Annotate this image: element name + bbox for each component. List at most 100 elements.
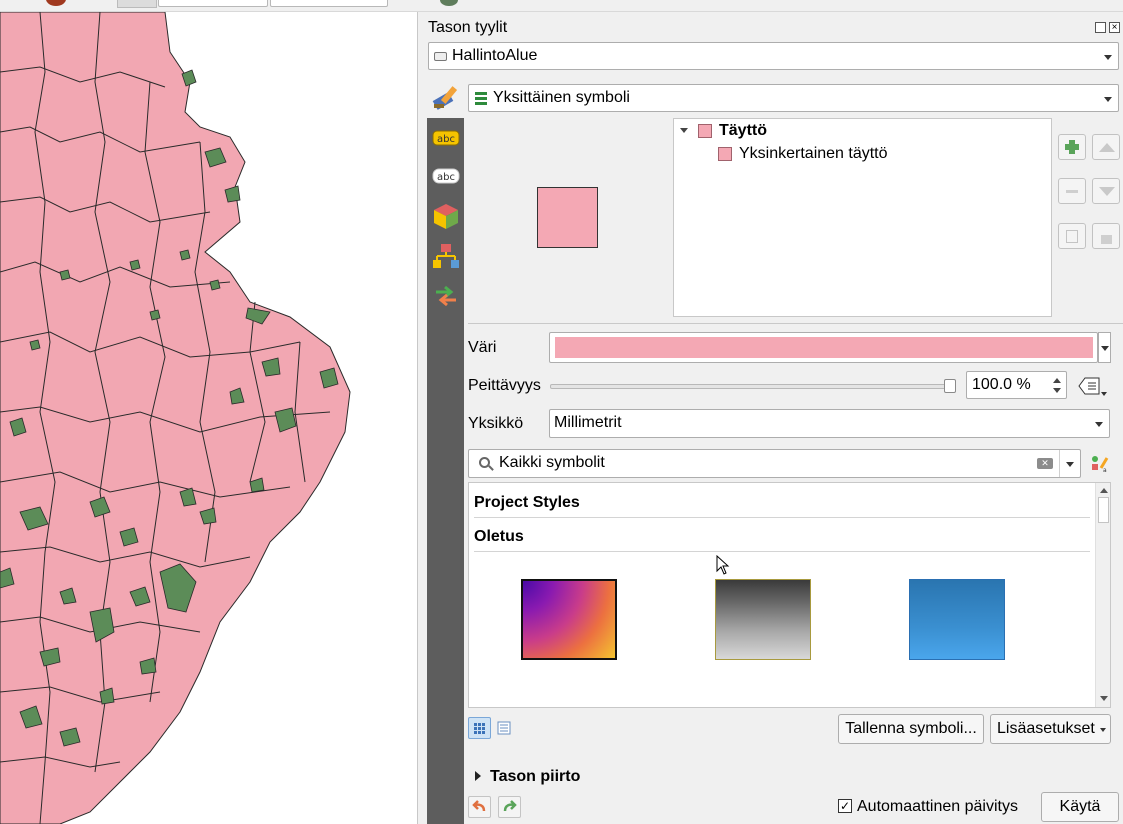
search-value: Kaikki symbolit bbox=[499, 454, 605, 471]
save-symbol-button[interactable]: Tallenna symboli... bbox=[838, 714, 984, 744]
panel-splitter[interactable] bbox=[418, 12, 427, 824]
redo-button[interactable] bbox=[498, 796, 521, 818]
chevron-down-icon bbox=[1095, 422, 1103, 427]
fill-swatch bbox=[698, 124, 712, 138]
top-toolbar bbox=[0, 0, 1123, 12]
scrollbar-thumb[interactable] bbox=[1098, 497, 1109, 523]
search-icon-handle bbox=[488, 465, 494, 471]
symbol-thumbnail-grey[interactable] bbox=[715, 579, 811, 660]
chevron-down-icon bbox=[1104, 55, 1112, 60]
close-panel-icon[interactable]: × bbox=[1109, 22, 1120, 33]
opacity-spinbox[interactable]: 100.0 % bbox=[966, 371, 1067, 399]
layer-styling-panel: Tason tyylit × HallintoAlue Yksittäinen … bbox=[427, 12, 1123, 824]
duplicate-icon bbox=[1066, 230, 1078, 243]
symbol-thumbnail-blue[interactable] bbox=[909, 579, 1005, 660]
history-icon[interactable] bbox=[431, 282, 461, 310]
toolbar-disabled-icon[interactable] bbox=[484, 0, 544, 6]
advanced-button[interactable]: Lisäasetukset bbox=[990, 714, 1111, 744]
mouse-cursor-icon bbox=[716, 554, 730, 575]
scroll-up-icon[interactable] bbox=[1100, 488, 1108, 493]
add-layer-button[interactable] bbox=[1058, 134, 1086, 160]
chevron-down-icon bbox=[1104, 97, 1112, 102]
clear-icon[interactable]: ✕ bbox=[1037, 458, 1053, 469]
remove-layer-button[interactable] bbox=[1058, 178, 1086, 204]
float-panel-icon[interactable] bbox=[1095, 22, 1106, 33]
land-area bbox=[0, 12, 351, 824]
undo-icon bbox=[472, 800, 486, 812]
diagrams-icon[interactable] bbox=[431, 242, 461, 270]
arrow-up-icon bbox=[1099, 143, 1115, 152]
renderer-combobox[interactable]: Yksittäinen symboli bbox=[468, 84, 1119, 112]
move-up-button[interactable] bbox=[1092, 134, 1120, 160]
spin-down-icon[interactable] bbox=[1053, 388, 1061, 393]
group-divider bbox=[474, 551, 1090, 552]
3d-view-icon[interactable] bbox=[431, 202, 461, 230]
lock-icon bbox=[1101, 235, 1112, 244]
tree-simple-fill-label: Yksinkertainen täyttö bbox=[739, 145, 888, 162]
map-canvas[interactable] bbox=[0, 12, 418, 824]
opacity-label: Peittävyys bbox=[468, 377, 541, 394]
lock-layer-button[interactable] bbox=[1092, 223, 1120, 249]
icon-view-button[interactable] bbox=[468, 717, 491, 739]
tree-row-simple-fill[interactable]: Yksinkertainen täyttö bbox=[674, 143, 1051, 165]
chevron-down-icon bbox=[1100, 728, 1106, 732]
renderer-name: Yksittäinen symboli bbox=[493, 89, 630, 106]
minus-icon bbox=[1066, 190, 1078, 193]
masks-icon[interactable]: abc bbox=[431, 162, 461, 190]
unit-combobox[interactable]: Millimetrit bbox=[549, 409, 1110, 438]
list-view-button[interactable] bbox=[495, 719, 513, 737]
tree-row-fill[interactable]: Täyttö bbox=[674, 120, 1051, 142]
unit-label: Yksikkö bbox=[468, 415, 524, 432]
toolbar-field-1[interactable] bbox=[158, 0, 268, 7]
color-button[interactable] bbox=[549, 332, 1098, 363]
style-manager-icon[interactable]: a bbox=[1089, 452, 1111, 474]
symbol-search-combobox[interactable]: Kaikki symbolit ✕ bbox=[468, 449, 1081, 478]
arrow-down-icon bbox=[1099, 187, 1115, 196]
expand-arrow-icon[interactable] bbox=[475, 771, 481, 781]
svg-text:a: a bbox=[1103, 467, 1107, 474]
chevron-down-icon bbox=[1066, 462, 1074, 467]
symbol-layer-tree[interactable]: Täyttö Yksinkertainen täyttö bbox=[673, 118, 1052, 317]
record-icon[interactable] bbox=[46, 0, 66, 6]
group-default: Oletus bbox=[474, 528, 524, 545]
auto-update-label: Automaattinen päivitys bbox=[857, 798, 1018, 815]
color-label: Väri bbox=[468, 339, 497, 356]
duplicate-layer-button[interactable] bbox=[1058, 223, 1086, 249]
symbol-preview bbox=[537, 187, 598, 248]
apply-button[interactable]: Käytä bbox=[1041, 792, 1119, 822]
labels-icon[interactable]: abc bbox=[431, 124, 461, 152]
layer-rendering-header[interactable]: Tason piirto bbox=[490, 766, 580, 788]
paintbrush-icon bbox=[432, 84, 464, 112]
collapse-arrow-icon[interactable] bbox=[680, 128, 688, 133]
slider-handle[interactable] bbox=[944, 379, 956, 393]
opacity-slider[interactable] bbox=[550, 379, 962, 393]
single-symbol-icon bbox=[475, 92, 487, 105]
tree-fill-label: Täyttö bbox=[719, 122, 767, 139]
undo-button[interactable] bbox=[468, 796, 491, 818]
style-sidebar: abc abc bbox=[427, 118, 464, 824]
toolbar-dropdown-button[interactable] bbox=[117, 0, 157, 8]
symbol-library-list[interactable]: Project Styles Oletus bbox=[468, 482, 1111, 708]
divider bbox=[468, 323, 1123, 324]
combo-divider bbox=[1059, 450, 1060, 477]
layer-combobox[interactable]: HallintoAlue bbox=[428, 42, 1119, 70]
plus-icon bbox=[1065, 140, 1079, 154]
map-regions bbox=[0, 12, 351, 824]
data-defined-override-icon[interactable] bbox=[1077, 374, 1107, 398]
symbol-thumbnail-magma[interactable] bbox=[521, 579, 617, 660]
auto-update-checkbox[interactable]: ✓ bbox=[838, 799, 852, 813]
spin-up-icon[interactable] bbox=[1053, 378, 1061, 383]
panel-title: Tason tyylit bbox=[428, 19, 508, 36]
svg-text:abc: abc bbox=[437, 134, 455, 145]
color-menu-button[interactable] bbox=[1098, 332, 1111, 363]
opacity-value: 100.0 % bbox=[972, 376, 1031, 393]
polygon-layer-icon bbox=[434, 52, 447, 61]
color-swatch bbox=[555, 337, 1093, 358]
toolbar-tool-icon[interactable] bbox=[440, 0, 458, 6]
toolbar-field-2[interactable] bbox=[270, 0, 388, 7]
svg-text:abc: abc bbox=[437, 172, 455, 183]
advanced-label: Lisäasetukset bbox=[997, 720, 1095, 737]
scrollbar[interactable] bbox=[1095, 483, 1110, 707]
move-down-button[interactable] bbox=[1092, 178, 1120, 204]
scroll-down-icon[interactable] bbox=[1100, 696, 1108, 701]
